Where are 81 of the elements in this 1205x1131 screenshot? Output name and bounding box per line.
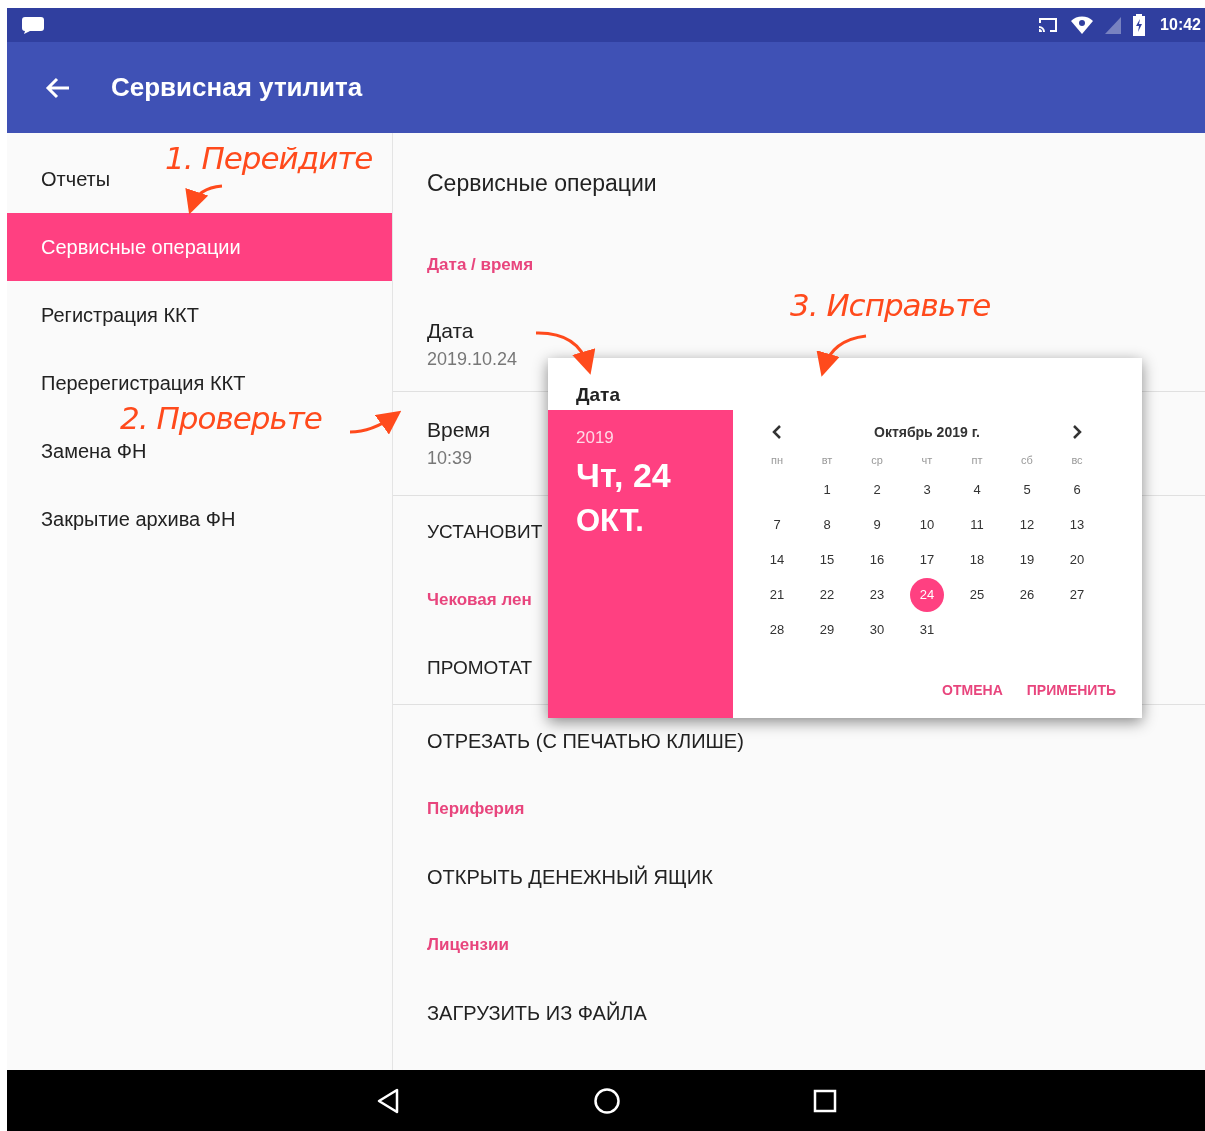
annotation-arrow [536,331,595,375]
handwritten-note: 2. Проверьте [120,400,322,436]
calendar-day[interactable]: 5 [1010,472,1044,507]
calendar-day[interactable]: 11 [960,507,994,542]
weekday-label: вт [821,454,833,466]
home-icon[interactable] [593,1086,621,1115]
calendar-day[interactable]: 23 [860,577,894,612]
recents-icon[interactable] [813,1088,837,1113]
next-month-icon[interactable] [1072,425,1082,439]
annotation-arrow [817,334,867,377]
selected-month: ОКТ. [576,503,645,539]
sidebar-item[interactable]: Замена ФН [41,439,147,463]
section-header: Периферия [427,799,525,819]
sidebar-item[interactable]: Отчеты [41,167,111,191]
calendar-day[interactable]: 29 [810,612,844,647]
back-arrow-icon[interactable] [45,76,71,99]
calendar-day[interactable]: 14 [760,542,794,577]
calendar-day[interactable]: 20 [1060,542,1094,577]
setting-label[interactable]: Дата [427,318,474,343]
calendar-day[interactable]: 13 [1060,507,1094,542]
weekday-label: пн [771,454,783,466]
section-header: Дата / время [427,255,534,275]
calendar-day[interactable]: 21 [760,577,794,612]
weekday-label: вс [1071,454,1083,466]
calendar-day[interactable]: 12 [1010,507,1044,542]
sidebar-item[interactable]: Закрытие архива ФН [41,507,236,531]
calendar-day[interactable]: 18 [960,542,994,577]
annotation-arrow [349,410,402,435]
calendar-day[interactable]: 3 [910,472,944,507]
calendar-day[interactable]: 9 [860,507,894,542]
handwritten-note: 3. Исправьте [790,287,991,323]
calendar-day[interactable]: 7 [760,507,794,542]
calendar-day[interactable]: 19 [1010,542,1044,577]
calendar-day[interactable]: 30 [860,612,894,647]
setting-value: 2019.10.24 [427,348,518,370]
calendar-day[interactable]: 4 [960,472,994,507]
weekday-label: пт [971,454,983,466]
calendar-day[interactable]: 16 [860,542,894,577]
previous-month-icon[interactable] [772,425,782,439]
app-title: Сервисная утилита [111,72,363,103]
back-icon[interactable] [375,1086,401,1115]
dialog-button[interactable]: ПРИМЕНИТЬ [1018,676,1124,704]
setting-label[interactable]: Время [427,418,491,442]
selected-date: Чт, 24 [576,456,672,495]
calendar-day[interactable]: 17 [910,542,944,577]
weekday-label: сб [1021,454,1033,466]
action-item[interactable]: ОТРЕЗАТЬ (С ПЕЧАТЬЮ КЛИШЕ) [427,729,744,753]
calendar-day[interactable]: 10 [910,507,944,542]
dialog-title: Дата [576,384,620,406]
wifi-icon [1070,15,1095,35]
action-item[interactable]: ЗАГРУЗИТЬ ИЗ ФАЙЛА [427,1001,647,1025]
section-header: Лицензии [427,935,509,955]
action-item[interactable]: ОТКРЫТЬ ДЕНЕЖНЫЙ ЯЩИК [427,865,713,889]
handwritten-note: 1. Перейдите [165,140,373,176]
sidebar-item[interactable]: Перерегистрация ККТ [41,371,246,395]
action-item[interactable]: ПРОМОТАТ [427,657,533,679]
setting-value: 10:39 [427,448,473,469]
calendar-day[interactable]: 31 [910,612,944,647]
calendar-day[interactable]: 27 [1060,577,1094,612]
page-title: Сервисные операции [427,169,657,197]
calendar-day[interactable]: 1 [810,472,844,507]
clock: 10:42 [1160,16,1201,34]
section-header: Чековая лен [427,590,532,610]
calendar-day[interactable]: 15 [810,542,844,577]
annotation-arrow [186,184,223,215]
sidebar-item[interactable]: Регистрация ККТ [41,303,199,327]
calendar-day[interactable]: 22 [810,577,844,612]
weekday-label: чт [921,454,933,466]
calendar-day[interactable]: 6 [1060,472,1094,507]
calendar-day[interactable]: 26 [1010,577,1044,612]
app-notification-icon [21,16,45,34]
weekday-label: ср [871,454,883,466]
dialog-button[interactable]: ОТМЕНА [934,676,1011,704]
calendar-day[interactable]: 2 [860,472,894,507]
calendar-day[interactable]: 8 [810,507,844,542]
action-item[interactable]: УСТАНОВИТ [427,521,543,543]
calendar-day[interactable]: 28 [760,612,794,647]
signal-icon [1104,15,1123,35]
calendar-day[interactable]: 25 [960,577,994,612]
month-title: Октябрь 2019 г. [873,424,981,440]
battery-icon [1132,14,1147,36]
